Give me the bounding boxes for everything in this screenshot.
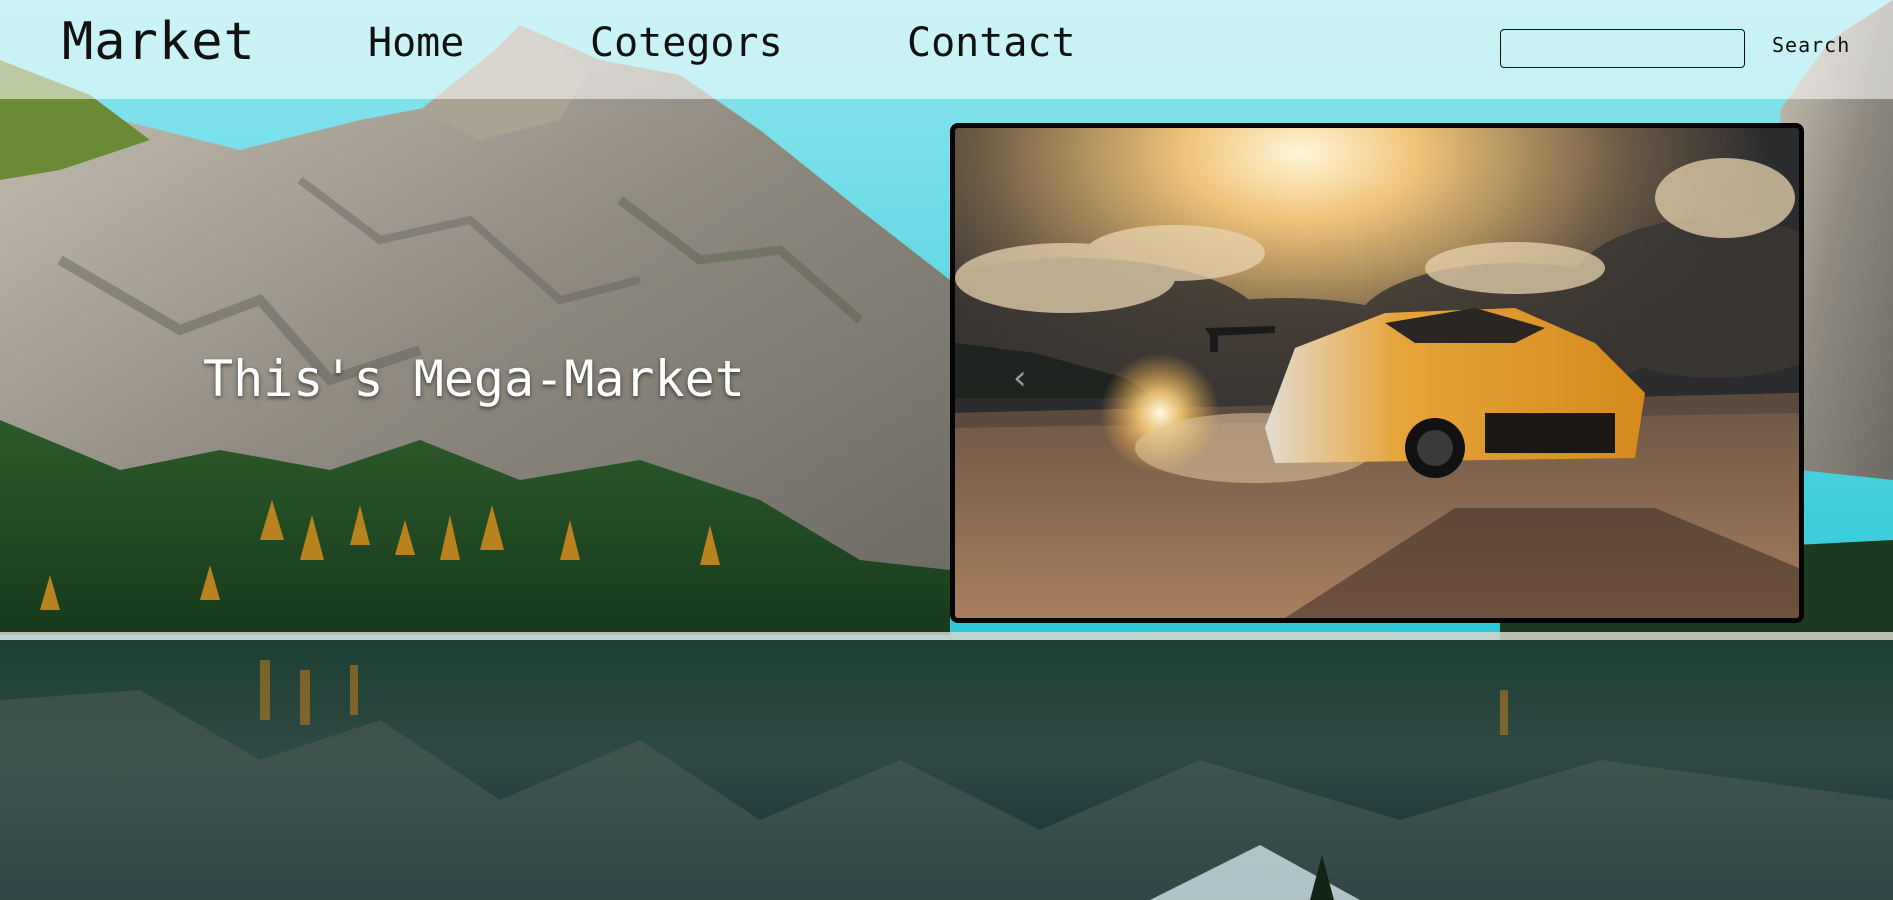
- chevron-left-icon[interactable]: ‹: [1013, 358, 1027, 398]
- site-logo[interactable]: Market: [62, 12, 256, 72]
- nav-categories-link[interactable]: Cotegors: [590, 20, 783, 66]
- sports-car-image: [955, 128, 1799, 618]
- hero-title: This's Mega-Market: [203, 350, 745, 408]
- hero-slide-card[interactable]: ‹: [950, 123, 1804, 623]
- nav-contact-link[interactable]: Contact: [907, 20, 1076, 66]
- search-button[interactable]: Search: [1772, 33, 1850, 57]
- nav-home-link[interactable]: Home: [368, 20, 464, 66]
- top-navbar: Market Home Cotegors Contact Search: [0, 0, 1893, 99]
- search-input[interactable]: [1500, 29, 1745, 68]
